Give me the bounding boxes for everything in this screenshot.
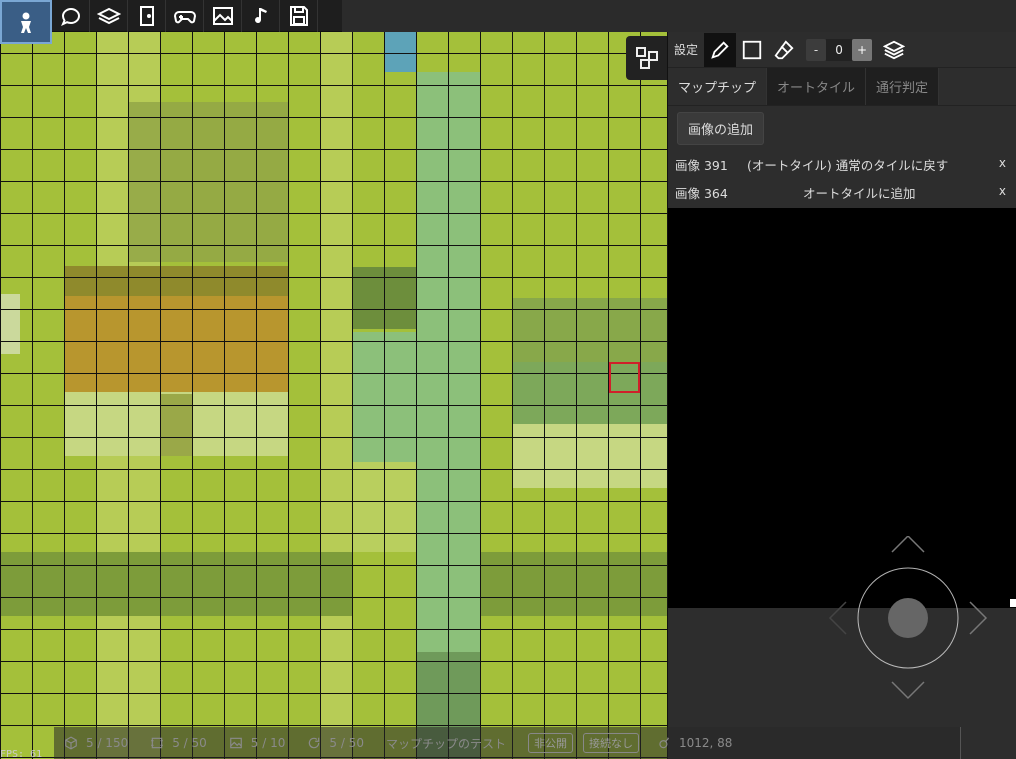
layout-toggle-button[interactable]: [626, 36, 667, 80]
script-count-text: 5 / 50: [329, 736, 364, 750]
object-count: 5 / 150: [64, 736, 128, 750]
add-image-button[interactable]: 画像の追加: [677, 111, 765, 145]
connection-badge[interactable]: 接続なし: [582, 733, 639, 753]
fps-counter: FPS: 61: [0, 749, 43, 759]
frame-count: 5 / 50: [150, 736, 207, 750]
map-name: マップチップのテスト: [385, 736, 506, 751]
status-bar: 5 / 150 5 / 50 5 / 10 5 / 50 マップチップのテスト …: [54, 727, 960, 759]
scroll-handle[interactable]: [1010, 599, 1016, 607]
main-toolbar: [0, 0, 342, 44]
gamepad-icon: [173, 11, 196, 24]
visibility-badge[interactable]: 非公開: [527, 733, 573, 753]
editor-root: 設定 - 0 + マップチップ オートタイル 通行判定 画像の追加 画像 391…: [0, 0, 1016, 759]
layout-grid-icon: [636, 47, 658, 69]
eraser-icon: [774, 39, 794, 59]
bomb-icon: [659, 737, 670, 749]
layers-icon: [883, 40, 906, 59]
panel-tabs: マップチップ オートタイル 通行判定: [668, 68, 1016, 106]
settings-label[interactable]: 設定: [674, 41, 698, 58]
gamepad-button[interactable]: [166, 0, 204, 32]
remove-image-button[interactable]: x: [999, 184, 1006, 198]
save-icon: [289, 6, 308, 26]
image-action-link[interactable]: オートタイルに追加: [747, 183, 1016, 202]
character-tool-button[interactable]: [0, 0, 52, 44]
layers-book-button[interactable]: [90, 0, 128, 32]
image-count: 5 / 10: [229, 736, 286, 750]
virtual-dpad[interactable]: [826, 536, 990, 700]
refresh-icon: [309, 737, 320, 749]
layer-decrement-button[interactable]: -: [806, 38, 827, 61]
image-count-text: 5 / 10: [250, 736, 286, 750]
script-count: 5 / 50: [307, 736, 364, 750]
door-button[interactable]: [128, 0, 166, 32]
layer-value: 0: [826, 38, 853, 61]
tab-mapchip[interactable]: マップチップ: [668, 68, 768, 105]
image-list-item: 画像 364 オートタイルに追加 x: [668, 178, 1016, 206]
eraser-tool-button[interactable]: [768, 33, 800, 67]
cube-icon: [65, 736, 77, 750]
image-name: 画像 364: [675, 185, 728, 201]
status-divider: [960, 727, 961, 759]
image-icon: [229, 737, 242, 749]
speech-bubble-icon: [60, 7, 80, 26]
character-icon: [21, 12, 31, 33]
music-button[interactable]: [242, 0, 280, 32]
image-action-link[interactable]: (オートタイル) 通常のタイルに戻す: [747, 155, 1016, 174]
image-icon: [212, 7, 233, 25]
image-name: 画像 391: [675, 157, 728, 173]
dpad-down-icon: [891, 681, 925, 700]
remove-image-button[interactable]: x: [999, 156, 1006, 170]
door-icon: [139, 6, 154, 26]
save-button[interactable]: [280, 0, 318, 32]
tile-cursor: [609, 362, 640, 393]
rect-tool-button[interactable]: [736, 33, 768, 67]
tab-passability[interactable]: 通行判定: [866, 68, 940, 105]
music-note-icon: [254, 8, 267, 24]
map-canvas[interactable]: [0, 32, 667, 759]
coordinates-text: 1012, 88: [678, 736, 733, 750]
chat-button[interactable]: [52, 0, 90, 32]
pencil-tool-button[interactable]: [704, 32, 737, 67]
rectangle-icon: [742, 40, 762, 59]
layers-button[interactable]: [878, 33, 910, 67]
layer-increment-button[interactable]: +: [852, 38, 873, 61]
dpad-right-icon: [969, 601, 988, 635]
coordinates: 1012, 88: [657, 736, 732, 750]
frame-icon: [151, 737, 164, 749]
layers-book-icon: [96, 7, 121, 25]
object-count-text: 5 / 150: [86, 736, 129, 750]
image-list-item: 画像 391 (オートタイル) 通常のタイルに戻す x: [668, 150, 1016, 178]
pencil-icon: [711, 40, 729, 59]
dpad-left-icon: [828, 601, 847, 635]
tab-autotile[interactable]: オートタイル: [767, 68, 867, 105]
layer-stepper: - 0 +: [806, 38, 873, 61]
tile-panel: 設定 - 0 + マップチップ オートタイル 通行判定 画像の追加 画像 391…: [668, 32, 1016, 759]
frame-count-text: 5 / 50: [172, 736, 207, 750]
dpad-up-icon: [891, 536, 925, 553]
panel-toolbar: 設定 - 0 +: [668, 32, 1016, 68]
image-button[interactable]: [204, 0, 242, 32]
add-image-area: 画像の追加: [668, 106, 1016, 150]
